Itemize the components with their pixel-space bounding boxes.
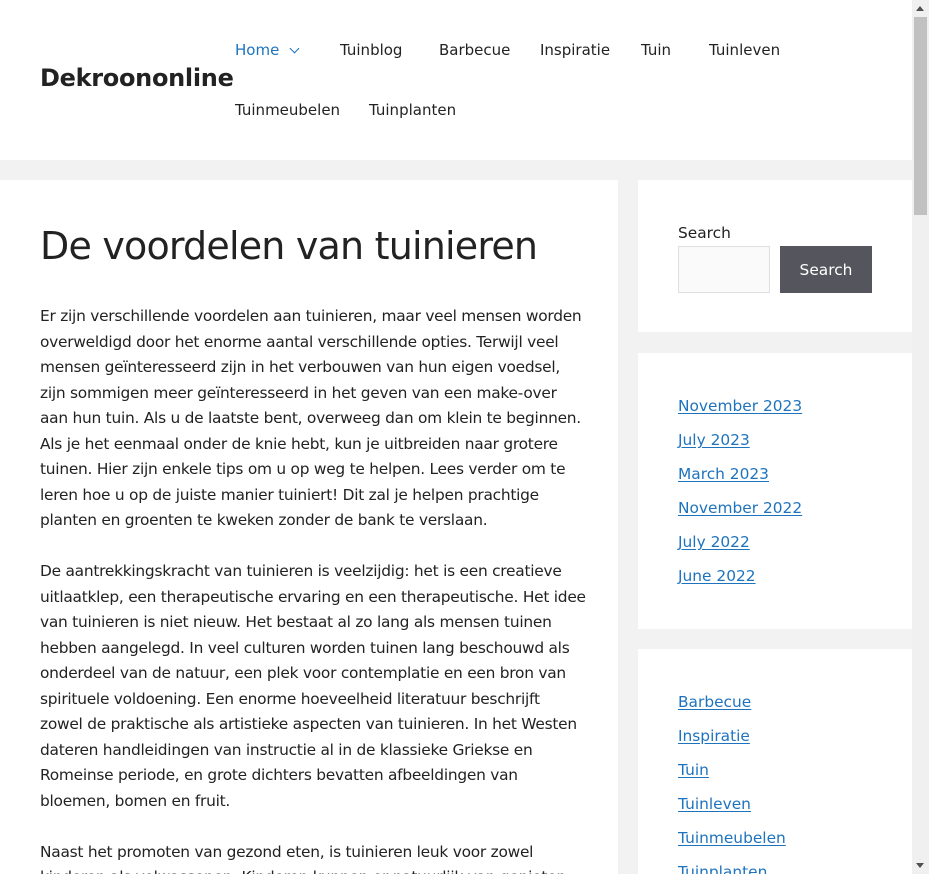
list-item: Barbecue — [678, 689, 786, 723]
archive-link[interactable]: July 2023 — [678, 431, 750, 449]
archive-link[interactable]: July 2022 — [678, 533, 750, 551]
archive-link[interactable]: March 2023 — [678, 465, 769, 483]
site-title[interactable]: Dekroononline — [40, 64, 234, 92]
scroll-up-arrow-icon[interactable] — [916, 6, 924, 11]
nav-item-label: Home — [235, 41, 280, 59]
nav-item-tuinblog[interactable]: Tuinblog — [340, 41, 402, 59]
nav-item-home[interactable]: Home — [235, 41, 300, 59]
list-item: Inspiratie — [678, 723, 786, 757]
search-button[interactable]: Search — [780, 246, 872, 293]
category-link[interactable]: Tuin — [678, 761, 709, 779]
article-paragraph: Er zijn verschillende voordelen aan tuin… — [40, 307, 582, 529]
category-link[interactable]: Tuinleven — [678, 795, 751, 813]
archives-widget: November 2023 July 2023 March 2023 Novem… — [638, 353, 912, 629]
category-link[interactable]: Tuinmeubelen — [678, 829, 786, 847]
nav-item-tuinplanten[interactable]: Tuinplanten — [369, 101, 456, 119]
list-item: November 2022 — [678, 495, 802, 529]
category-link[interactable]: Inspiratie — [678, 727, 750, 745]
search-input[interactable] — [678, 246, 770, 293]
list-item: November 2023 — [678, 393, 802, 427]
chevron-down-icon[interactable] — [289, 43, 300, 54]
list-item: Tuin — [678, 757, 786, 791]
categories-widget: Barbecue Inspiratie Tuin Tuinleven Tuinm… — [638, 649, 912, 874]
list-item: June 2022 — [678, 563, 802, 597]
list-item: Tuinmeubelen — [678, 825, 786, 859]
list-item: Tuinplanten — [678, 859, 786, 874]
list-item: July 2022 — [678, 529, 802, 563]
article-title: De voordelen van tuinieren — [40, 224, 538, 268]
nav-item-tuinleven[interactable]: Tuinleven — [709, 41, 780, 59]
list-item: March 2023 — [678, 461, 802, 495]
site-header: Dekroononline Home Tuinblog Barbecue Ins… — [0, 0, 912, 160]
category-link[interactable]: Barbecue — [678, 693, 751, 711]
nav-item-tuinmeubelen[interactable]: Tuinmeubelen — [235, 101, 340, 119]
archive-link[interactable]: November 2022 — [678, 499, 802, 517]
article-paragraph: De aantrekkingskracht van tuinieren is v… — [40, 562, 586, 810]
page-scrollbar[interactable] — [912, 0, 929, 874]
scrollbar-thumb[interactable] — [914, 17, 927, 215]
list-item: July 2023 — [678, 427, 802, 461]
nav-item-barbecue[interactable]: Barbecue — [439, 41, 510, 59]
categories-list: Barbecue Inspiratie Tuin Tuinleven Tuinm… — [678, 689, 786, 874]
category-link[interactable]: Tuinplanten — [678, 863, 767, 874]
nav-item-inspiratie[interactable]: Inspiratie — [540, 41, 610, 59]
article-body: Er zijn verschillende voordelen aan tuin… — [40, 304, 586, 874]
nav-item-tuin[interactable]: Tuin — [641, 41, 671, 59]
article-content: De voordelen van tuinieren Er zijn versc… — [0, 180, 618, 874]
list-item: Tuinleven — [678, 791, 786, 825]
search-label: Search — [678, 224, 731, 242]
scroll-down-arrow-icon[interactable] — [916, 863, 924, 868]
archive-link[interactable]: June 2022 — [678, 567, 756, 585]
search-widget: Search Search — [638, 180, 912, 332]
archive-link[interactable]: November 2023 — [678, 397, 802, 415]
archives-list: November 2023 July 2023 March 2023 Novem… — [678, 393, 802, 597]
article-paragraph: Naast het promoten van gezond eten, is t… — [40, 842, 566, 874]
